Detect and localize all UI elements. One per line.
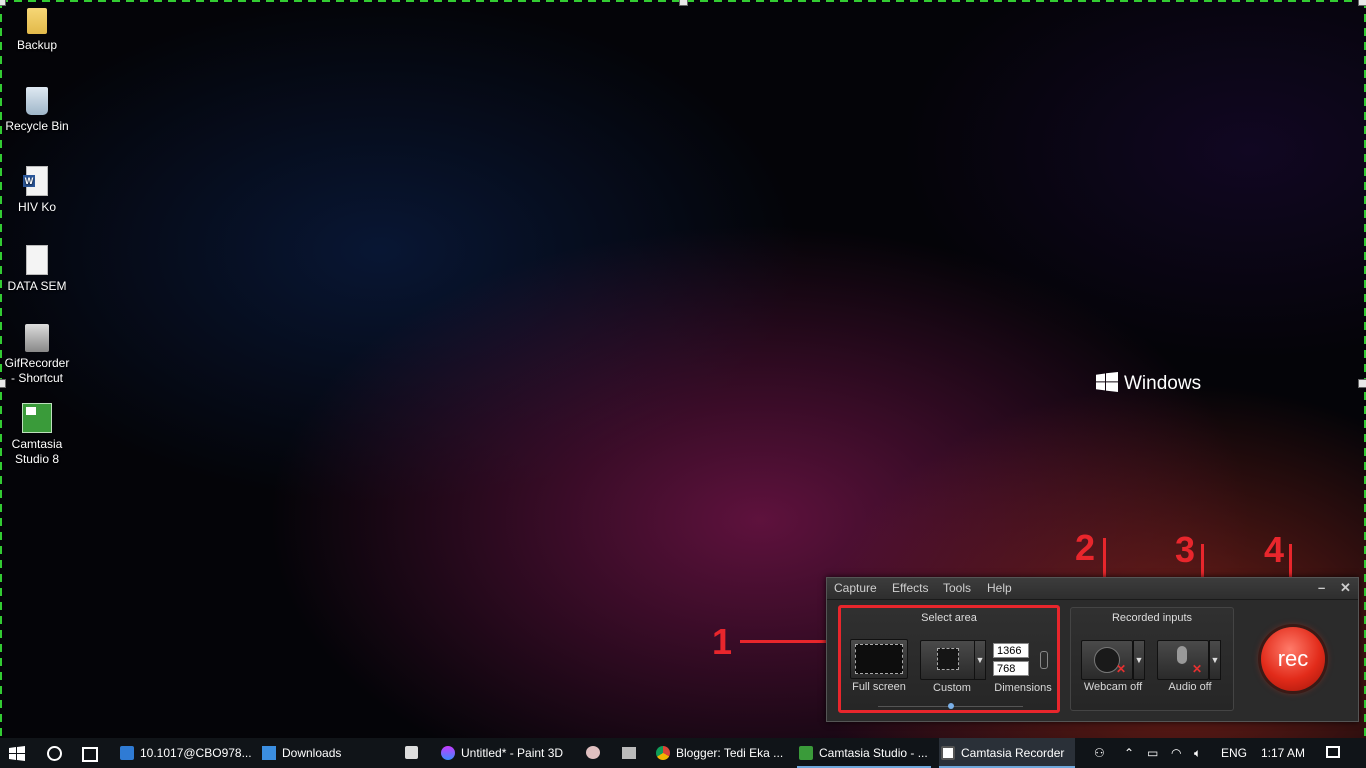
start-windows-icon[interactable]: [9, 746, 25, 761]
lock-aspect-icon[interactable]: [1040, 651, 1048, 669]
taskbar-app-label: Camtasia Studio - ...: [819, 746, 928, 760]
taskbar-app-label: Camtasia Recorder: [961, 746, 1065, 760]
annotation-number-2: 2: [1075, 527, 1096, 568]
taskbar-app-label: Downloads: [282, 746, 342, 760]
capture-handle-right-center[interactable]: [1358, 379, 1366, 388]
webcam-label: Webcam off: [1083, 681, 1143, 693]
taskbar-app-label: Blogger: Tedi Eka ...: [676, 746, 784, 760]
chevron-up-icon[interactable]: ⌃: [1124, 738, 1134, 768]
desktop-icon-label: GifRecorder - Shortcut: [4, 356, 70, 385]
paint-icon[interactable]: [586, 746, 600, 759]
edge-icon: [120, 746, 134, 760]
desktop-icon-camtasia[interactable]: Camtasia Studio 8: [2, 403, 72, 467]
volume-icon[interactable]: 🔈︎: [1194, 738, 1201, 768]
cortana-icon[interactable]: [47, 746, 62, 761]
close-button[interactable]: ✕: [1340, 580, 1351, 596]
menu-help[interactable]: Help: [987, 581, 1012, 595]
height-input[interactable]: 768: [993, 661, 1029, 676]
people-icon[interactable]: ⚇: [1094, 738, 1105, 768]
width-input[interactable]: 1366: [993, 643, 1029, 658]
desktop-icon-backup[interactable]: Backup: [2, 8, 72, 53]
full-screen-icon: [855, 644, 903, 674]
camtasia-recorder-icon: [941, 746, 955, 760]
area-slider-handle[interactable]: [948, 703, 954, 709]
desktop-icon-label: HIV Ko: [17, 200, 56, 214]
action-center-icon[interactable]: [1326, 746, 1340, 758]
annotation-number-3: 3: [1175, 529, 1196, 570]
desktop-icon-data-sem[interactable]: DATA SEM: [2, 245, 72, 294]
taskbar-app-downloads[interactable]: Downloads: [260, 738, 412, 768]
folder-icon: [27, 8, 47, 34]
wifi-icon[interactable]: ◠: [1171, 738, 1181, 768]
audio-label: Audio off: [1168, 681, 1212, 693]
taskbar-app-edge[interactable]: 10.1017@CBO978...: [118, 738, 278, 768]
language-indicator[interactable]: ENG: [1221, 738, 1247, 768]
windows-brand: Windows: [1096, 372, 1201, 395]
gifrecorder-icon: [25, 324, 49, 352]
annotation-number-1: 1: [712, 621, 733, 662]
chrome-icon: [656, 746, 670, 760]
taskbar-app-camtasia-recorder[interactable]: Camtasia Recorder: [939, 738, 1075, 768]
menu-tools[interactable]: Tools: [943, 581, 971, 595]
menu-effects[interactable]: Effects: [892, 581, 928, 595]
menu-capture[interactable]: Capture: [834, 581, 877, 595]
camtasia-icon: [799, 746, 813, 760]
capture-handle-top-right[interactable]: [1358, 0, 1366, 6]
webcam-off-icon: ✕: [1116, 662, 1127, 676]
desktop-icon-gifrecorder[interactable]: GifRecorder - Shortcut: [2, 324, 72, 386]
camtasia-icon: [22, 403, 52, 433]
webcam-toggle-button[interactable]: ✕: [1081, 640, 1133, 680]
annotation-number-4: 4: [1264, 529, 1285, 570]
printer-icon[interactable]: [622, 747, 636, 759]
taskbar: 10.1017@CBO978... Downloads Untitled* - …: [0, 738, 1366, 768]
task-view-icon[interactable]: [82, 747, 98, 762]
windows-logo-icon: [1096, 372, 1118, 392]
capture-handle-top-center[interactable]: [679, 0, 688, 6]
custom-region-icon: [937, 648, 959, 670]
taskbar-app-paint3d[interactable]: Untitled* - Paint 3D: [439, 738, 591, 768]
taskbar-app-camtasia-studio[interactable]: Camtasia Studio - ...: [797, 738, 931, 768]
minimize-button[interactable]: –: [1318, 580, 1325, 595]
desktop-icon-recycle-bin[interactable]: Recycle Bin: [2, 87, 72, 134]
annotation-line-1: [740, 640, 836, 643]
audio-toggle-button[interactable]: ✕: [1157, 640, 1209, 680]
webcam-dropdown-arrow[interactable]: ▼: [1133, 640, 1145, 680]
clock[interactable]: 1:17 AM: [1261, 738, 1305, 768]
full-screen-button[interactable]: [850, 639, 908, 679]
select-area-title: Select area: [921, 612, 977, 624]
recorder-menubar: Capture Effects Tools Help – ✕: [827, 578, 1358, 600]
recycle-bin-icon: [26, 87, 48, 115]
desktop-icon-label: Camtasia Studio 8: [11, 437, 63, 466]
paint3d-icon: [441, 746, 455, 760]
desktop-icon-label: DATA SEM: [7, 279, 67, 293]
capture-handle-top-left[interactable]: [0, 0, 6, 6]
taskbar-app-label: 10.1017@CBO978...: [140, 746, 252, 760]
desktop-icon-label: Backup: [16, 38, 58, 52]
audio-off-icon: ✕: [1192, 662, 1203, 676]
custom-label: Custom: [933, 682, 971, 694]
taskbar-app-label: Untitled* - Paint 3D: [461, 746, 564, 760]
microphone-icon: [1177, 646, 1187, 664]
audio-dropdown-arrow[interactable]: ▼: [1209, 640, 1221, 680]
text-document-icon: [26, 245, 48, 275]
desktop-icon-hiv-ko[interactable]: HIV Ko: [2, 166, 72, 215]
windows-brand-text: Windows: [1124, 373, 1202, 394]
battery-icon[interactable]: ▭: [1147, 738, 1158, 768]
full-screen-label: Full screen: [852, 681, 906, 693]
store-icon[interactable]: [405, 746, 418, 759]
word-document-icon: [23, 166, 48, 196]
dimensions-label: Dimensions: [994, 682, 1052, 694]
taskbar-app-chrome[interactable]: Blogger: Tedi Eka ...: [654, 738, 808, 768]
download-icon: [262, 746, 276, 760]
desktop-icon-label: Recycle Bin: [5, 119, 69, 133]
custom-dropdown-arrow[interactable]: ▼: [974, 640, 986, 680]
custom-button[interactable]: [920, 640, 976, 680]
record-button[interactable]: rec: [1261, 627, 1325, 691]
recorded-inputs-title: Recorded inputs: [1111, 612, 1193, 624]
